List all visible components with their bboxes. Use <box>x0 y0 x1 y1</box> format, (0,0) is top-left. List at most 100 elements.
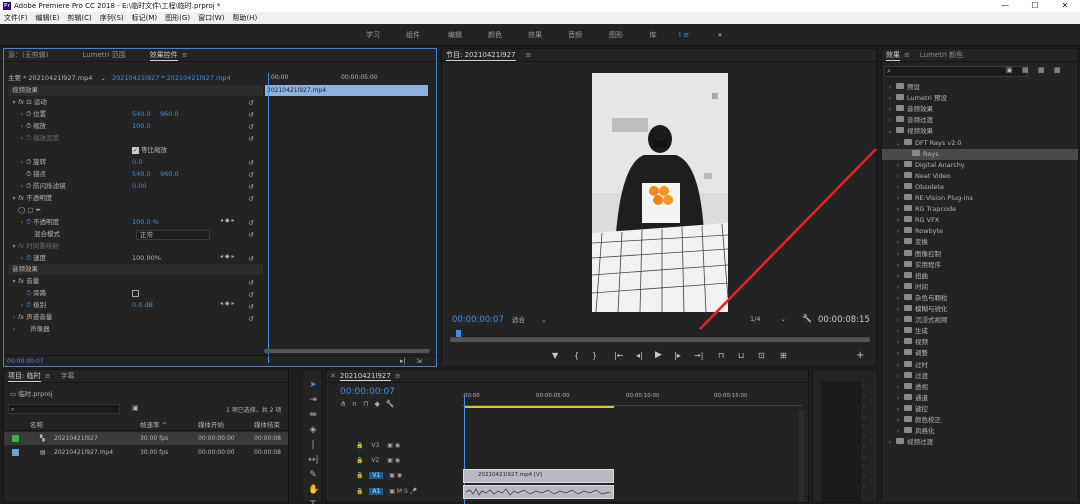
effects-tree-item[interactable]: › 过渡 <box>882 371 1078 382</box>
master-clip-label[interactable]: 主要 * 20210421l927.mp4 <box>8 74 92 82</box>
razor-tool-icon[interactable]: ◈ <box>308 423 318 438</box>
effects-tree-item[interactable]: › 实用程序 <box>882 260 1078 271</box>
ec-playhead[interactable] <box>268 73 269 363</box>
anchor-row[interactable]: ⏱ 锚点 540.0 960.0 <box>18 169 268 181</box>
add-button[interactable]: + <box>856 350 864 361</box>
chevron-right-icon[interactable]: › <box>886 82 894 93</box>
chevron-right-icon[interactable]: › <box>894 171 902 182</box>
workspace-graphics[interactable]: 图形 <box>601 24 631 46</box>
chevron-down-icon[interactable]: ⌄ <box>886 126 894 137</box>
menu-marker[interactable]: 标记(M) <box>128 12 162 24</box>
export-frame-icon[interactable]: ⇲ <box>416 357 422 365</box>
antiflicker-row[interactable]: › ⏱ 防闪烁滤镜 0.00 <box>18 181 268 193</box>
project-item-name[interactable]: 20210421l927.mp4 <box>54 446 113 459</box>
col-media-start[interactable]: 媒体开始 <box>198 420 224 431</box>
program-scrub-bar[interactable] <box>450 330 870 338</box>
mask-tools-row[interactable]: ◯ ▢ ✒ <box>18 205 41 217</box>
effects-tree-item[interactable]: › 生成 <box>882 326 1078 337</box>
chevron-right-icon[interactable]: › <box>894 404 902 415</box>
chevron-right-icon[interactable]: › <box>894 204 902 215</box>
chevron-right-icon[interactable]: › <box>894 160 902 171</box>
chevron-right-icon[interactable]: › <box>886 104 894 115</box>
tab-source[interactable]: 源：(无剪辑) <box>8 50 48 60</box>
chevron-right-icon[interactable]: › <box>886 115 894 126</box>
chevron-right-icon[interactable]: › <box>894 393 902 404</box>
tab-captions[interactable]: 字幕 <box>60 371 74 381</box>
panner-row[interactable]: › 声像器 <box>10 324 50 336</box>
chevron-right-icon[interactable]: › <box>894 371 902 382</box>
workspace-menu-icon[interactable]: I ≡ <box>672 24 696 46</box>
timeline-tool-icons[interactable]: ⋔∩⊓◆🔧 <box>340 400 401 408</box>
bypass-row[interactable]: ⏱ 旁路 <box>18 288 268 300</box>
blend-mode-row[interactable]: 混合模式 正常 <box>34 229 274 241</box>
program-playhead[interactable] <box>456 330 461 337</box>
col-framerate[interactable]: 帧速率 ^ <box>140 420 167 431</box>
menu-file[interactable]: 文件(F) <box>0 12 32 24</box>
menu-window[interactable]: 窗口(W) <box>194 12 228 24</box>
menu-edit[interactable]: 编辑(E) <box>32 12 64 24</box>
tab-effects[interactable]: 效果 <box>886 50 900 61</box>
effects-tree-item[interactable]: › 音频效果 <box>882 104 1078 115</box>
chevron-right-icon[interactable]: › <box>886 93 894 104</box>
sequence-clip-label[interactable]: 20210421l927 * 20210421l927.mp4 <box>112 74 231 82</box>
effects-tree-item[interactable]: › Neat Video <box>882 171 1078 182</box>
keyframe-nav-icon[interactable]: ◂ ◆ ▸ <box>220 217 234 224</box>
effects-tree-item[interactable]: ⌄ 视频效果 <box>882 126 1078 137</box>
timeline-vertical-scrollbar[interactable] <box>799 410 804 502</box>
effects-tree-item[interactable]: › Obsolete <box>882 182 1078 193</box>
effects-tree-item[interactable]: › 杂色与颗粒 <box>882 293 1078 304</box>
ripple-edit-tool-icon[interactable]: ⇹ <box>308 408 318 423</box>
pen-tool-icon[interactable]: ✎ <box>308 468 318 483</box>
workspace-assembly[interactable]: 组件 <box>398 24 428 46</box>
col-media-end[interactable]: 媒体结束 <box>254 420 280 431</box>
tab-project[interactable]: 项目: 临时 <box>8 371 41 382</box>
workspace-editing[interactable]: 编辑 <box>440 24 470 46</box>
effects-tree-item[interactable]: › 变换 <box>882 237 1078 248</box>
effects-tree-item[interactable]: › RE:Vision Plug-ins <box>882 193 1078 204</box>
timeline-ruler[interactable]: :00:00 00:00:05:00 00:00:10:00 00:00:15:… <box>462 388 802 406</box>
workspace-more-button[interactable]: » <box>710 24 730 46</box>
menu-clip[interactable]: 剪辑(C) <box>63 12 95 24</box>
chevron-right-icon[interactable]: › <box>894 326 902 337</box>
close-button[interactable]: ✕ <box>1050 0 1080 12</box>
effects-tree-item[interactable]: › Rowbyte <box>882 226 1078 237</box>
effects-tree-item[interactable]: › 透视 <box>882 382 1078 393</box>
bypass-checkbox[interactable] <box>132 290 139 297</box>
chevron-right-icon[interactable]: › <box>894 337 902 348</box>
effects-tree-item[interactable]: › 模糊与锐化 <box>882 304 1078 315</box>
effects-tree-item[interactable]: › 视频过渡 <box>882 437 1078 448</box>
effects-tree-item[interactable]: › 颜色校正 <box>882 415 1078 426</box>
program-playhead-timecode[interactable]: 00:00:00:07 <box>452 315 504 325</box>
effects-tree-item[interactable]: ⌄ DFT Rays v2.0 <box>882 138 1078 149</box>
timeline-timecode[interactable]: 00:00:00:07 <box>340 387 395 397</box>
32bit-effects-icon[interactable]: ▦ <box>1038 66 1045 74</box>
chevron-down-icon[interactable]: ⌄ <box>894 138 902 149</box>
chevron-right-icon[interactable]: › <box>894 193 902 204</box>
position-row[interactable]: › ⏱ 位置 540.0 960.0 <box>18 109 268 121</box>
opacity-header-row[interactable]: ▾ fx 不透明度 <box>10 193 52 205</box>
chevron-right-icon[interactable]: › <box>894 382 902 393</box>
effects-tree-item[interactable]: › 风格化 <box>882 426 1078 437</box>
effects-tree-item[interactable]: › 过时 <box>882 360 1078 371</box>
mark-out-button[interactable]: } <box>592 351 597 360</box>
label-color-blue[interactable] <box>12 449 19 456</box>
uniform-scale-row[interactable]: ✓ 等比缩放 <box>132 145 167 157</box>
panel-menu-icon[interactable]: ≡ <box>45 372 51 380</box>
chevron-right-icon[interactable]: › <box>894 315 902 326</box>
label-color-green[interactable] <box>12 435 19 442</box>
effects-tree-item[interactable]: › 视频 <box>882 337 1078 348</box>
effects-tree-item[interactable]: › 调整 <box>882 348 1078 359</box>
chevron-right-icon[interactable]: › <box>894 249 902 260</box>
close-icon[interactable]: ✕ <box>330 372 336 380</box>
panel-menu-icon[interactable]: ≡ <box>904 51 910 59</box>
ec-clip-bar[interactable]: 20210421l927.mp4 <box>265 85 428 96</box>
type-tool-icon[interactable]: T <box>308 498 318 504</box>
tab-lumetri-scopes[interactable]: Lumetri 范围 <box>82 50 125 60</box>
yuv-effects-icon[interactable]: ▦ <box>1054 66 1061 74</box>
audio-clip-a1[interactable] <box>463 485 614 499</box>
go-to-out-button[interactable]: →| <box>694 351 703 360</box>
chevron-right-icon[interactable]: › <box>894 226 902 237</box>
extract-button[interactable]: ⊔ <box>738 351 744 360</box>
slip-tool-icon[interactable]: |↔| <box>308 438 319 468</box>
scale-row[interactable]: › ⏱ 缩放 100.0 <box>18 121 268 133</box>
